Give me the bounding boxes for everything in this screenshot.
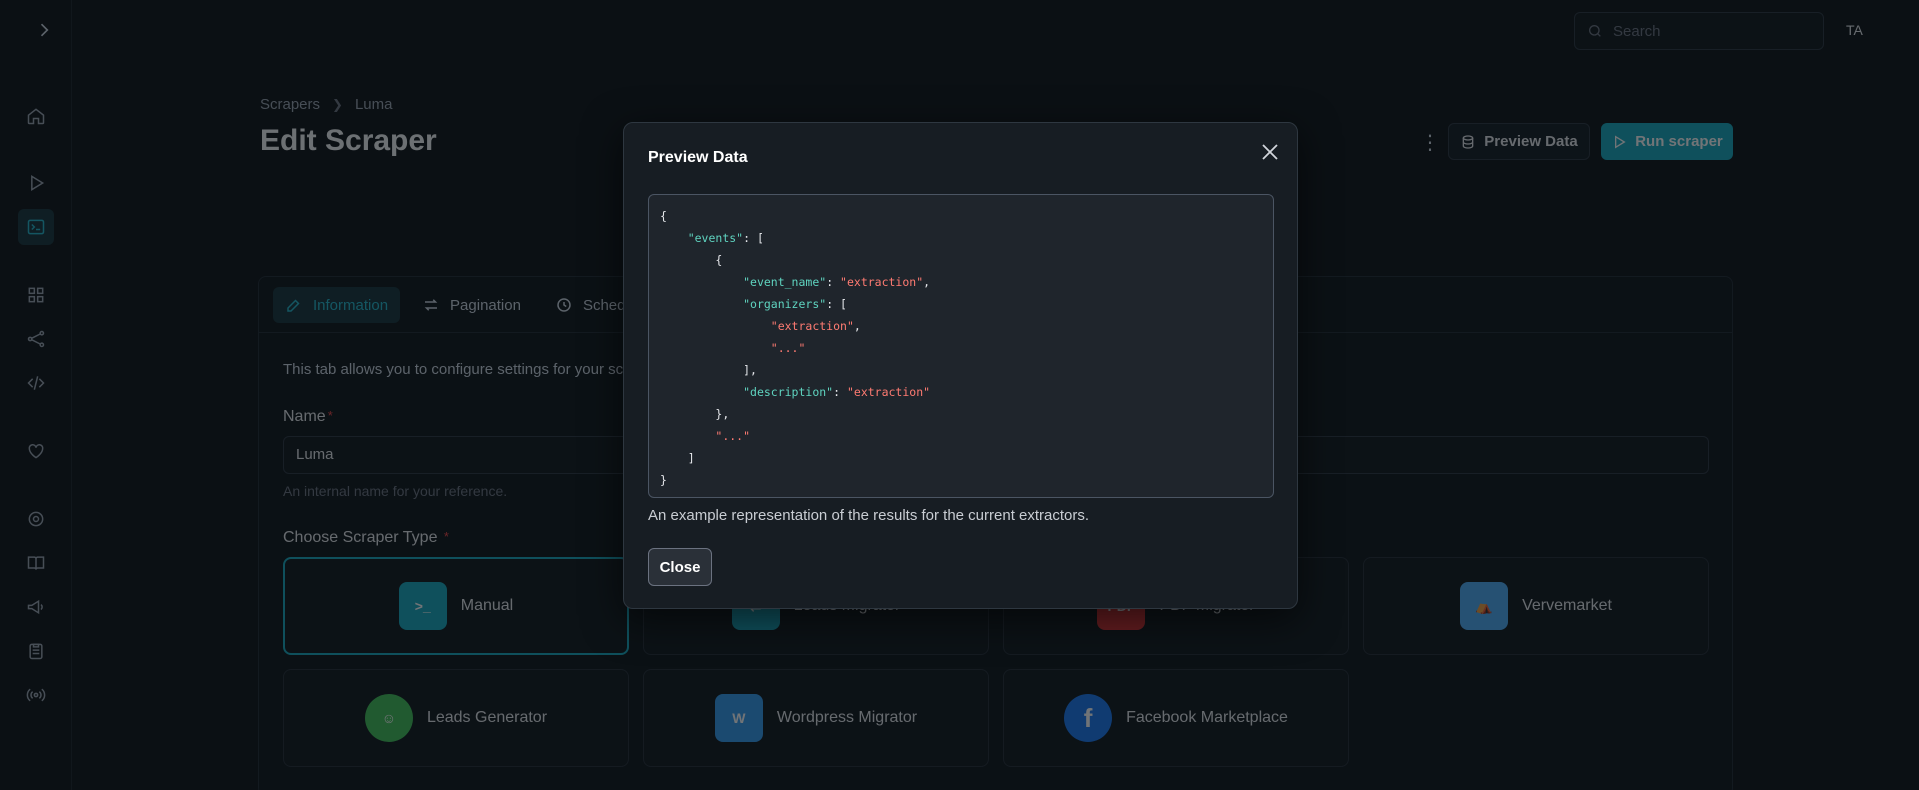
scraper-type-label: Vervemarket [1522,597,1612,614]
scraper-type-wordpress-migrator[interactable]: W Wordpress Migrator [643,669,989,767]
tab-label: Information [313,296,389,314]
book-icon[interactable] [24,551,48,575]
preview-data-label: Preview Data [1484,133,1578,150]
search-icon [1589,25,1601,37]
clipboard-icon[interactable] [24,639,48,663]
search-input[interactable]: Search [1574,12,1824,50]
megaphone-icon[interactable] [24,595,48,619]
required-mark: * [327,408,333,423]
code-line: { [660,209,667,223]
play-icon [1615,134,1626,149]
code-line: } [660,473,667,487]
code-line: "extraction", [770,319,861,333]
terminal-icon: >_ [398,582,447,630]
required-mark: * [443,529,449,544]
search-placeholder: Search [1613,22,1661,40]
name-label: Name * [283,408,333,425]
scraper-type-facebook-marketplace[interactable]: f Facebook Marketplace [1003,669,1349,767]
code-line: "description": "extraction" [743,385,931,399]
json-preview: { "events": [ { "event_name": "extractio… [648,194,1274,498]
wordpress-icon: W [714,694,763,742]
home-icon[interactable] [24,104,48,128]
run-scraper-button[interactable]: Run scraper [1601,123,1733,160]
preview-data-button[interactable]: Preview Data [1448,123,1590,160]
run-scraper-label: Run scraper [1635,133,1723,150]
store-icon: ⛺ [1460,582,1509,630]
code-line: ], [660,363,757,377]
tab-information[interactable]: Information [273,287,401,323]
lifebuoy-icon[interactable] [24,507,48,531]
scraper-type-label: Facebook Marketplace [1126,709,1288,726]
scraper-type-label: Choose Scraper Type * [283,529,449,546]
breadcrumb-current: Luma [354,96,393,113]
code-line: "organizers": [ [743,297,847,311]
code-line: "event_name": "extraction", [743,275,931,289]
tab-bar: Information Pagination Schedul [273,287,649,323]
tab-description: This tab allows you to configure setting… [283,361,624,378]
code-line: }, [715,407,730,421]
modal-description: An example representation of the results… [648,507,1090,524]
close-icon[interactable] [1258,140,1282,164]
modal-title: Preview Data [648,149,748,166]
more-options-icon[interactable]: ⋮ [1420,130,1440,155]
tab-pagination[interactable]: Pagination [410,287,533,323]
page-title: Edit Scraper [260,124,437,157]
share-icon[interactable] [24,327,48,351]
facebook-icon: f [1064,694,1113,742]
chevron-right-icon[interactable] [34,20,54,40]
grid-icon[interactable] [24,283,48,307]
breadcrumb: Scrapers ❯ Luma [260,96,392,113]
chevron-right-icon: ❯ [332,96,343,112]
emoji-faces-icon: ☺ [364,694,413,742]
terminal-icon[interactable] [18,209,54,245]
tab-label: Pagination [450,296,521,314]
sidebar [0,0,72,790]
code-line: ] [660,451,695,465]
name-hint: An internal name for your reference. [283,483,508,499]
code-line: "events": [ [687,231,764,245]
clock-icon [557,298,571,312]
breadcrumb-root[interactable]: Scrapers [260,96,320,113]
arrows-icon [424,299,438,311]
code-line: "..." [715,429,751,443]
play-icon[interactable] [24,171,48,195]
scraper-type-label: Leads Generator [426,709,548,726]
scraper-type-leads-generator[interactable]: ☺ Leads Generator [283,669,629,767]
broadcast-icon[interactable] [24,683,48,707]
scraper-type-label: Wordpress Migrator [776,709,918,726]
edit-icon [287,299,300,312]
close-button[interactable]: Close [648,548,712,586]
avatar[interactable]: TA [1846,22,1863,38]
heart-icon[interactable] [24,439,48,463]
database-icon [1462,134,1474,149]
scraper-type-manual[interactable]: >_ Manual [283,557,629,655]
code-icon[interactable] [24,371,48,395]
scraper-type-vervemarket[interactable]: ⛺ Vervemarket [1363,557,1709,655]
code-line: "..." [770,341,806,355]
preview-data-modal: Preview Data { "events": [ { "event_name… [623,122,1298,609]
code-line: { [715,253,723,267]
scraper-type-label: Manual [460,597,514,614]
